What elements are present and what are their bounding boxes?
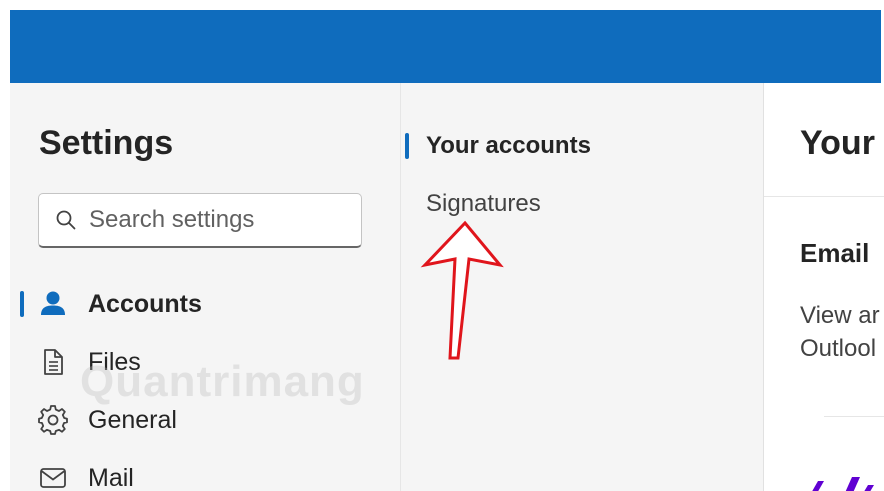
annotation-arrow-icon (420, 220, 504, 360)
nav-item-label: Accounts (88, 289, 202, 318)
nav-item-mail[interactable]: Mail (38, 458, 134, 491)
person-icon (41, 291, 65, 315)
app-header-bar (10, 10, 881, 83)
nav-item-label: Mail (88, 463, 134, 491)
nav-item-general[interactable]: General (38, 400, 177, 440)
search-settings-box[interactable] (38, 193, 362, 248)
gear-icon (38, 405, 68, 435)
divider (764, 196, 884, 197)
email-section-description: View ar Outlool (800, 299, 880, 365)
nav-item-label: General (88, 405, 177, 434)
nav-item-files[interactable]: Files (38, 342, 141, 382)
content-title: Your (800, 124, 875, 162)
search-icon (56, 210, 76, 230)
divider (824, 416, 884, 417)
yahoo-logo-icon (812, 477, 874, 491)
active-item-indicator (20, 291, 24, 317)
content-pane: Your Email View ar Outlool (764, 83, 884, 491)
your-accounts-heading[interactable]: Your accounts (426, 131, 591, 161)
mail-icon (40, 468, 66, 488)
nav-item-accounts[interactable]: Accounts (38, 284, 202, 324)
search-input[interactable] (89, 206, 339, 234)
nav-item-label: Files (88, 347, 141, 376)
active-subitem-indicator (405, 133, 409, 159)
outlook-settings-window: Settings Accounts Files (0, 0, 884, 491)
page-title: Settings (39, 124, 174, 162)
settings-nav-pane: Settings Accounts Files (10, 83, 401, 491)
description-line: View ar (800, 302, 880, 329)
document-icon (44, 349, 63, 375)
description-line: Outlool (800, 335, 877, 362)
email-section-title: Email (800, 238, 870, 268)
